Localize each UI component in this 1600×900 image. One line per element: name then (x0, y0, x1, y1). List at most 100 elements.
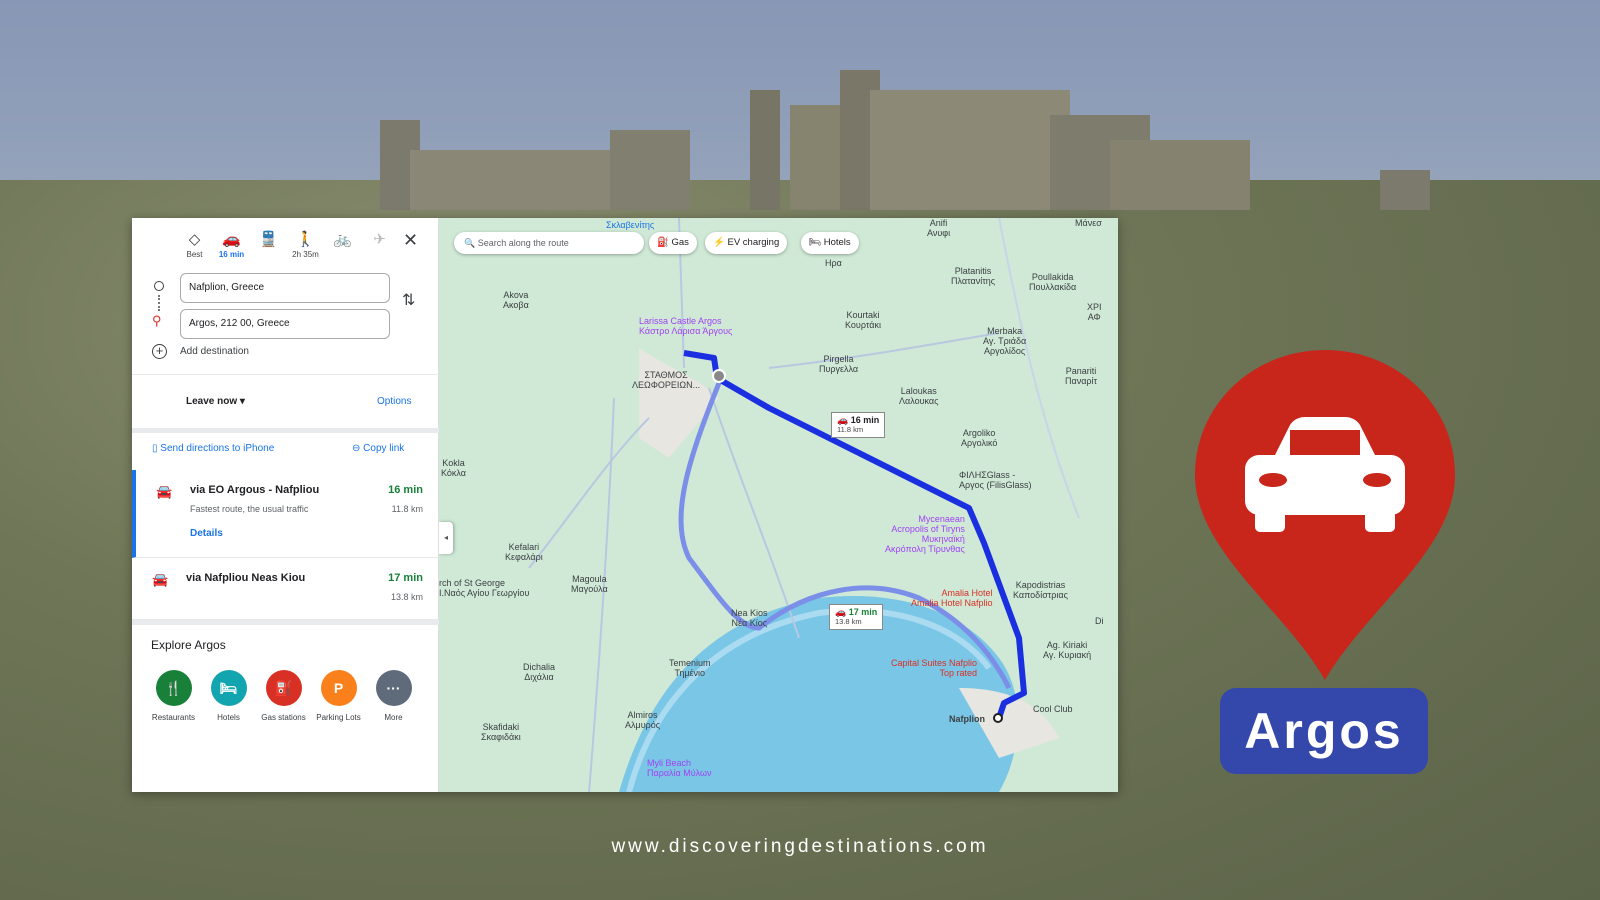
route-time: 16 min (388, 484, 423, 496)
copy-link-label: Copy link (363, 443, 405, 454)
place-agkiriaki: Ag. Kiriaki Αγ. Κυριακή (1043, 640, 1092, 660)
chip-hotels[interactable]: 🛏 Hotels (801, 232, 859, 254)
details-link[interactable]: Details (190, 528, 223, 539)
website-url: www.discoveringdestinations.com (611, 836, 989, 857)
add-destination-label: Add destination (180, 346, 249, 358)
chip-gas-label: Gas (671, 237, 689, 248)
route-distance: 11.8 km (391, 504, 423, 514)
mode-bike[interactable]: 🚲 (324, 230, 361, 259)
poi-cool-club[interactable]: Cool Club (1033, 704, 1073, 714)
mode-label: 16 min (218, 250, 245, 259)
send-directions-button[interactable]: ▯ Send directions to iPhone (152, 443, 274, 454)
send-directions-label: Send directions to iPhone (160, 443, 275, 454)
mode-best-route[interactable]: ◇ Best (176, 230, 213, 259)
poi-mycenaean-acropolis[interactable]: Mycenaean Acropolis of Tiryns Μυκηναϊκή Ακρ… (885, 514, 965, 554)
tag-time: 16 min (850, 415, 880, 425)
explore-restaurants[interactable]: 🍴 Restaurants (146, 670, 201, 724)
destination-input[interactable]: Argos, 212 00, Greece (180, 309, 390, 339)
close-icon[interactable]: ✕ (403, 230, 418, 251)
tag-distance: 13.8 km (835, 617, 862, 626)
category-label: Restaurants (151, 713, 196, 722)
search-icon: 🔍 (464, 238, 476, 248)
caret-down-icon: ▾ (239, 396, 245, 407)
place-mavr: Μάνεσ (1075, 218, 1102, 228)
chip-ev-charging[interactable]: ⚡ EV charging (705, 232, 788, 254)
explore-hotels[interactable]: 🛏 Hotels (201, 670, 256, 724)
origin-marker (712, 369, 726, 383)
link-icon: ⊖ (352, 443, 361, 454)
explore-title: Explore Argos (151, 638, 226, 652)
place-kapodistrias: Kapodistrias Καποδίστριας (1013, 580, 1068, 600)
route-description: Fastest route, the usual traffic (190, 504, 309, 514)
origin-input[interactable]: Nafplion, Greece (180, 273, 390, 303)
maps-window: ◇ Best 🚗 16 min 🚆 🚶 2h 35m 🚲 ✈ ✕ ⚲ Nafplion, Gre… (132, 218, 1118, 792)
search-along-route-input[interactable]: 🔍 Search along the route (454, 232, 644, 254)
explore-more[interactable]: ··· More (366, 670, 421, 724)
place-sklaveniti: Σκλαβενίτης (606, 220, 655, 230)
route-option-1[interactable]: 🚘 via EO Argous - Nafpliou 16 min Fastes… (132, 470, 439, 558)
poi-amalia-hotel[interactable]: Amalia Hotel Amalia Hotel Nafplio (911, 588, 993, 608)
options-button[interactable]: Options (377, 396, 411, 407)
place-temenium: Temenium Τημένιο (669, 658, 711, 678)
car-icon: 🚘 (152, 572, 169, 587)
route-distance: 13.8 km (390, 592, 423, 602)
place-akova: Akova Ακοβα (503, 290, 529, 310)
mode-flight[interactable]: ✈ (361, 230, 398, 259)
gas-stations-icon: ⛽ (265, 670, 302, 706)
car-icon-time: 🚗 16 min (837, 415, 880, 425)
place-magoula: Magoula Μαγούλα (571, 574, 608, 594)
flight-icon: ✈ (373, 231, 386, 248)
tag-time: 17 min (848, 607, 878, 617)
destination-pin-icon: ⚲ (152, 313, 162, 328)
road (768, 332, 1000, 369)
explore-gas-stations[interactable]: ⛽ Gas stations (256, 670, 311, 724)
origin-dot-icon (154, 281, 164, 291)
leave-now-dropdown[interactable]: Leave now ▾ (186, 396, 245, 407)
restaurants-icon: 🍴 (155, 670, 192, 706)
car-icon: 🚗 (222, 231, 241, 248)
place-kefalari: Kefalari Κεφαλάρι (505, 542, 543, 562)
place-panariti: Panariti Παναρίτ (1065, 366, 1098, 386)
category-label: Parking Lots (316, 713, 361, 722)
hotels-icon: 🛏 (210, 670, 247, 706)
place-neakios: Nea Kios Νέα Κίος (731, 608, 768, 628)
mode-car[interactable]: 🚗 16 min (213, 230, 250, 259)
mode-walk[interactable]: 🚶 2h 35m (287, 230, 324, 259)
chip-ev-label: EV charging (727, 237, 780, 248)
poi-capital-suites[interactable]: Capital Suites Nafplio Top rated (891, 658, 977, 678)
map-view[interactable]: 🔍 Search along the route ⛽ Gas ⚡ EV char… (439, 218, 1118, 792)
place-anifi: Anifi Ανυφι (927, 218, 951, 238)
route-option-2[interactable]: 🚘 via Nafpliou Neas Kiou 17 min 13.8 km (132, 558, 439, 620)
mode-transit[interactable]: 🚆 (250, 230, 287, 259)
gas-icon: ⛽ (657, 237, 669, 248)
place-kourtaki: Kourtaki Κουρτάκι (845, 310, 881, 330)
tag-distance: 11.8 km (837, 425, 864, 434)
category-label: More (384, 713, 403, 722)
destination-badge: Argos (1220, 688, 1428, 774)
collapse-panel-icon[interactable]: ◂ (439, 522, 453, 554)
poi-filisglass[interactable]: ΦΙΛΗΣGlass - Αργος (FilisGlass) (959, 470, 1031, 490)
swap-icon[interactable]: ⇅ (402, 290, 415, 310)
leave-now-label: Leave now (186, 396, 238, 407)
section-divider (132, 428, 439, 433)
poi-larissa-castle[interactable]: Larissa Castle Argos Κάστρο Λάρισα Άργους (639, 316, 732, 336)
route-tag-1[interactable]: 🚗 16 min 11.8 km (831, 412, 886, 438)
copy-link-button[interactable]: ⊖ Copy link (352, 443, 404, 454)
route-tag-2[interactable]: 🚗 17 min 13.8 km (829, 604, 884, 630)
poi-myli-beach[interactable]: Myli Beach Παραλία Μύλων (647, 758, 712, 778)
chip-gas[interactable]: ⛽ Gas (649, 232, 697, 254)
car-icon-time: 🚗 17 min (835, 607, 878, 617)
place-church: rch of St George Ι.Ναός Αγίου Γεωργίου (439, 578, 530, 598)
place-stathmos: ΣΤΑΘΜΟΣ ΛΕΩΦΟΡΕΙΩΝ... (632, 370, 701, 390)
road (588, 397, 615, 792)
route-dots (158, 295, 160, 311)
destination-marker (993, 713, 1003, 723)
place-nafplion: Nafplion (949, 714, 985, 724)
explore-parking-lots[interactable]: P Parking Lots (311, 670, 366, 724)
add-destination-button[interactable]: + Add destination (152, 344, 249, 359)
place-irya: Ηρα (825, 258, 842, 268)
route-name: via EO Argous - Nafpliou (190, 484, 320, 496)
category-label: Gas stations (261, 713, 306, 722)
phone-icon: ▯ (152, 443, 158, 454)
transit-icon: 🚆 (259, 231, 278, 248)
